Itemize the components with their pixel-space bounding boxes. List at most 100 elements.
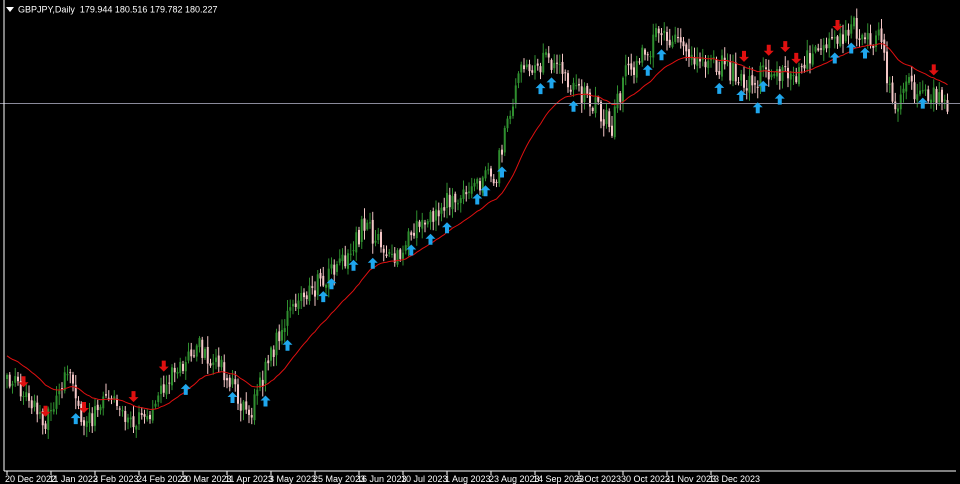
candle-body bbox=[539, 66, 542, 73]
candle-body bbox=[715, 59, 718, 73]
candle-body bbox=[443, 207, 446, 211]
candle-body bbox=[127, 417, 129, 423]
chart-header: GBPJPY,Daily 179.944 180.516 179.782 180… bbox=[6, 4, 218, 15]
candle-body bbox=[671, 41, 674, 47]
candle-body bbox=[231, 378, 234, 385]
candle-body bbox=[303, 292, 305, 298]
candle-body bbox=[492, 178, 495, 184]
candle-body bbox=[242, 401, 245, 411]
candle-body bbox=[388, 252, 391, 254]
x-tick-label: 11 Jan 2023 bbox=[49, 474, 98, 484]
candle-body bbox=[99, 406, 102, 411]
candle-body bbox=[734, 62, 737, 82]
candle-body bbox=[481, 177, 484, 193]
candle-body bbox=[36, 402, 39, 415]
candle-body bbox=[707, 60, 710, 68]
candle-body bbox=[28, 393, 30, 401]
candle-body bbox=[151, 408, 154, 421]
candle-body bbox=[789, 73, 792, 80]
candle-body bbox=[479, 181, 481, 191]
x-tick-label: 13 Dec 2023 bbox=[709, 474, 760, 484]
candle-body bbox=[756, 86, 759, 88]
candle-body bbox=[33, 400, 36, 407]
candle-body bbox=[688, 49, 690, 59]
dropdown-triangle-icon[interactable] bbox=[6, 7, 14, 13]
candle-body bbox=[50, 410, 52, 412]
candle-body bbox=[267, 360, 270, 364]
candle-body bbox=[853, 17, 855, 27]
candle-body bbox=[426, 221, 429, 225]
candle-body bbox=[300, 292, 303, 302]
candle-body bbox=[358, 229, 360, 245]
candle-body bbox=[495, 181, 498, 183]
candle-body bbox=[454, 193, 457, 203]
candle-body bbox=[234, 379, 237, 385]
candle-body bbox=[256, 389, 259, 396]
candle-body bbox=[861, 34, 864, 40]
candle-body bbox=[919, 90, 921, 95]
candle-body bbox=[578, 84, 580, 86]
candle-body bbox=[743, 74, 745, 88]
candle-body bbox=[349, 253, 352, 255]
price-chart[interactable]: 20 Dec 202211 Jan 20232 Feb 202324 Feb 2… bbox=[0, 0, 960, 484]
candle-body bbox=[696, 57, 699, 66]
x-tick-label: 20 Mar 2023 bbox=[181, 474, 232, 484]
candle-body bbox=[149, 414, 151, 420]
candle-body bbox=[292, 304, 294, 307]
candle-body bbox=[558, 64, 561, 66]
candle-body bbox=[531, 70, 534, 73]
candle-body bbox=[836, 36, 839, 44]
candle-body bbox=[66, 374, 69, 376]
candle-body bbox=[371, 219, 374, 244]
candle-body bbox=[902, 88, 905, 93]
buy-arrow-icon bbox=[367, 257, 378, 269]
candle-body bbox=[61, 388, 63, 390]
candle-body bbox=[311, 286, 314, 288]
candle-body bbox=[58, 390, 61, 395]
candle-body bbox=[811, 53, 814, 65]
chart-window[interactable]: GBPJPY,Daily 179.944 180.516 179.782 180… bbox=[0, 0, 960, 484]
candle-body bbox=[190, 349, 193, 357]
candle-body bbox=[138, 412, 140, 425]
candle-body bbox=[253, 394, 256, 421]
candle-body bbox=[553, 62, 556, 69]
candle-body bbox=[905, 81, 908, 92]
candle-body bbox=[569, 89, 572, 92]
candle-body bbox=[798, 67, 800, 85]
x-tick-label: 3 May 2023 bbox=[269, 474, 316, 484]
candle-body bbox=[908, 77, 910, 83]
candle-body bbox=[666, 32, 668, 41]
candle-body bbox=[770, 74, 773, 78]
candle-body bbox=[55, 395, 58, 409]
candle-body bbox=[487, 169, 490, 171]
candle-body bbox=[336, 263, 338, 272]
candle-body bbox=[869, 33, 872, 46]
candle-body bbox=[927, 89, 930, 102]
candle-body bbox=[872, 45, 875, 48]
candle-body bbox=[429, 211, 432, 223]
candle-body bbox=[69, 372, 72, 374]
candle-body bbox=[704, 61, 707, 68]
candle-body bbox=[377, 233, 380, 241]
candle-body bbox=[369, 222, 371, 224]
candle-body bbox=[327, 268, 330, 288]
candle-body bbox=[22, 396, 25, 398]
buy-arrow-icon bbox=[425, 233, 436, 245]
candle-body bbox=[39, 412, 41, 414]
candle-body bbox=[855, 18, 858, 39]
candle-body bbox=[165, 384, 168, 395]
candle-body bbox=[184, 362, 187, 372]
candle-body bbox=[171, 367, 173, 386]
candle-body bbox=[729, 61, 732, 81]
candle-body bbox=[132, 416, 135, 428]
candle-body bbox=[641, 47, 644, 63]
candle-body bbox=[528, 64, 531, 72]
candle-body bbox=[432, 211, 435, 222]
candle-body bbox=[402, 252, 404, 259]
candle-body bbox=[451, 196, 454, 210]
candle-body bbox=[490, 168, 492, 177]
symbol-label: GBPJPY,Daily bbox=[18, 4, 75, 15]
buy-arrow-icon bbox=[260, 395, 271, 407]
candle-body bbox=[124, 411, 127, 422]
candle-body bbox=[828, 38, 831, 49]
